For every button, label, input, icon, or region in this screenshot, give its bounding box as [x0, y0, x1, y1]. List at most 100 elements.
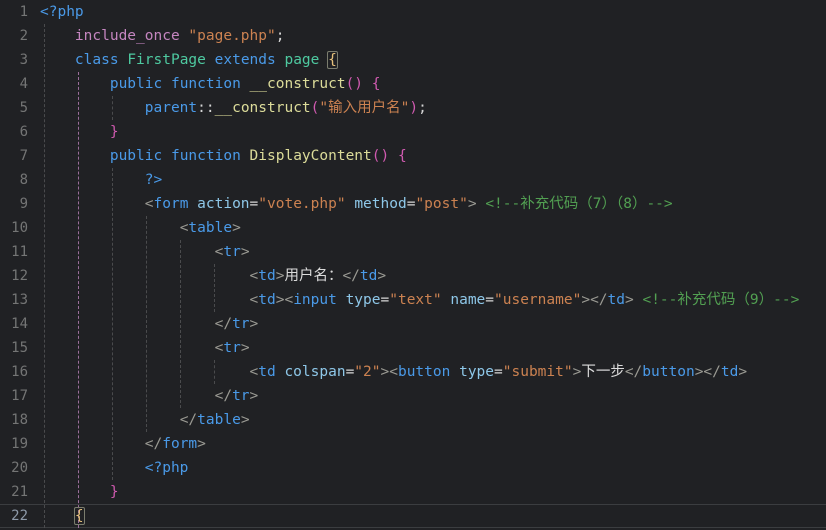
line-number: 1: [19, 4, 28, 20]
attr-value-post: "post": [415, 196, 468, 212]
code-line-15[interactable]: <tr>: [40, 336, 826, 360]
code-line-6[interactable]: }: [40, 120, 826, 144]
line-number: 2: [19, 28, 28, 44]
code-line-5[interactable]: parent::__construct("输入用户名");: [40, 96, 826, 120]
tag-close-bracket: >: [232, 220, 241, 236]
code-editor[interactable]: 1 2 3 4 5 6 7 8 9 10 11 12 13 14 15 16 1…: [0, 0, 826, 530]
tag-close-bracket: >: [240, 412, 250, 428]
line-number: 3: [19, 52, 28, 68]
line-number: 20: [11, 460, 28, 476]
attr-colspan: colspan: [284, 364, 346, 380]
line-number: 16: [11, 364, 28, 380]
code-line-17[interactable]: </tr>: [40, 384, 826, 408]
tag-close-bracket: >: [377, 268, 387, 284]
tag-td: td: [258, 364, 276, 380]
code-line-12[interactable]: <td>用户名：</td>: [40, 264, 826, 288]
tag-table-close: table: [197, 412, 241, 428]
tag-open-bracket: <: [249, 364, 259, 380]
close-brace: }: [109, 484, 119, 500]
equals: =: [249, 196, 259, 212]
tag-td-close: td: [720, 364, 739, 380]
line-number: 19: [11, 436, 28, 452]
code-line-14[interactable]: </tr>: [40, 312, 826, 336]
class-name-firstpage: FirstPage: [127, 52, 206, 68]
keyword-include-once: include_once: [74, 28, 180, 44]
keyword-class: class: [74, 52, 119, 68]
line-number: 8: [19, 172, 28, 188]
tag-close-bracket: >: [240, 340, 250, 356]
bracket-match-open: {: [327, 51, 338, 69]
keyword-function: function: [170, 148, 241, 164]
semicolon: ;: [275, 28, 285, 44]
line-number: 12: [11, 268, 28, 284]
line-number: 4: [19, 76, 28, 92]
code-line-8[interactable]: ?>: [40, 168, 826, 192]
tag-tr-close: tr: [232, 388, 250, 404]
equals: =: [485, 292, 495, 308]
tag-close-bracket: >: [625, 292, 634, 308]
equals: =: [380, 292, 390, 308]
line-number: 9: [19, 196, 28, 212]
tag-close-bracket: >: [249, 388, 259, 404]
tag-tr: tr: [223, 244, 241, 260]
attr-value-vote-php: "vote.php": [258, 196, 346, 212]
tag-open-bracket: <: [284, 292, 294, 308]
tag-tr-close: tr: [232, 316, 250, 332]
code-line-21[interactable]: }: [40, 480, 826, 504]
equals: =: [345, 364, 355, 380]
tag-input: input: [293, 292, 337, 308]
tag-button-close: button: [642, 364, 695, 380]
tag-td-close: td: [359, 268, 378, 284]
tag-td: td: [258, 268, 276, 284]
line-number: 10: [11, 220, 28, 236]
tag-close-bracket: >: [581, 292, 591, 308]
function-name-displaycontent: DisplayContent: [249, 148, 372, 164]
code-line-19[interactable]: </form>: [40, 432, 826, 456]
equals: =: [494, 364, 503, 380]
tag-end-open: </: [144, 436, 163, 452]
line-number: 11: [11, 244, 28, 260]
code-line-3[interactable]: class FirstPage extends page {: [40, 48, 826, 72]
keyword-function: function: [170, 76, 241, 92]
tag-close-bracket: >: [467, 196, 477, 212]
code-line-20[interactable]: <?php: [40, 456, 826, 480]
code-line-22-active[interactable]: {: [40, 504, 826, 528]
function-name-construct: __construct: [249, 76, 346, 92]
line-number: 17: [11, 388, 28, 404]
tag-end-open: </: [342, 268, 360, 284]
paren-pair: (): [371, 148, 390, 164]
text-next-step: 下一步: [581, 364, 625, 380]
attr-type: type: [345, 292, 381, 308]
string-page-php: "page.php": [188, 28, 276, 44]
close-paren: ): [409, 100, 419, 116]
code-line-1[interactable]: <?php: [40, 0, 826, 24]
code-line-18[interactable]: </table>: [40, 408, 826, 432]
code-line-9[interactable]: <form action="vote.php" method="post"> <…: [40, 192, 826, 216]
code-content[interactable]: <?php include_once "page.php"; class Fir…: [40, 0, 826, 530]
attr-value-username: "username": [494, 292, 582, 308]
code-line-2[interactable]: include_once "page.php";: [40, 24, 826, 48]
line-number-active: 22: [11, 508, 28, 524]
attr-value-text: "text": [389, 292, 442, 308]
tag-close-bracket: >: [738, 364, 748, 380]
tag-close-bracket: >: [249, 316, 259, 332]
code-line-10[interactable]: <table>: [40, 216, 826, 240]
tag-form-close: form: [162, 436, 198, 452]
line-number: 7: [19, 148, 28, 164]
code-line-11[interactable]: <tr>: [40, 240, 826, 264]
keyword-parent: parent: [144, 100, 198, 116]
code-line-16[interactable]: <td colspan="2"><button type="submit">下一…: [40, 360, 826, 384]
line-number: 21: [11, 484, 28, 500]
php-close-tag: ?>: [144, 172, 163, 188]
tag-open-bracket: <: [144, 196, 154, 212]
text-username-label: 用户名：: [284, 268, 343, 284]
tag-open-bracket: <: [389, 364, 398, 380]
code-line-4[interactable]: public function __construct() {: [40, 72, 826, 96]
tag-td: td: [258, 292, 276, 308]
semicolon: ;: [418, 100, 427, 116]
html-comment-7-8: <!--补充代码（7）（8）-->: [485, 196, 673, 212]
code-line-13[interactable]: <td><input type="text" name="username"><…: [40, 288, 826, 312]
code-line-7[interactable]: public function DisplayContent() {: [40, 144, 826, 168]
string-username-prompt: "输入用户名": [319, 100, 410, 116]
php-open-tag: <?php: [40, 4, 84, 20]
